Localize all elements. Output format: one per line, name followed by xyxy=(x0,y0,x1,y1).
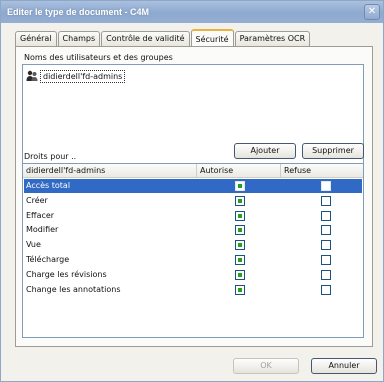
user-name: didierdell'fd-admins xyxy=(40,69,126,83)
allow-checkbox[interactable] xyxy=(235,284,245,295)
allow-checkbox[interactable] xyxy=(235,195,245,206)
column-header-allow[interactable]: Autorise xyxy=(197,164,281,178)
deny-checkbox[interactable] xyxy=(321,181,331,191)
permission-label: Vue xyxy=(26,240,41,250)
tab-bar: Général Champs Contrôle de validité Sécu… xyxy=(15,28,311,47)
rights-table-header: didierdell'fd-admins Autorise Refuse xyxy=(23,164,363,178)
table-row[interactable]: Charge les révisions xyxy=(24,268,362,282)
table-row[interactable]: Modifier xyxy=(24,223,362,237)
table-row[interactable]: Accès total xyxy=(24,179,362,193)
allow-checkbox[interactable] xyxy=(235,255,245,265)
permission-label: Change les annotations xyxy=(26,284,121,294)
allow-checkbox[interactable] xyxy=(235,269,245,280)
permission-label: Charge les révisions xyxy=(26,269,107,279)
close-icon: ✕ xyxy=(367,6,377,17)
column-header-deny[interactable]: Refuse xyxy=(281,164,363,178)
users-groups-label: Noms des utilisateurs et des groupes xyxy=(24,53,173,62)
dialog-window: Editer le type de document - C4M ✕ Génér… xyxy=(0,0,384,382)
ok-button[interactable]: OK xyxy=(233,358,299,374)
add-button[interactable]: Ajouter xyxy=(234,143,296,159)
tab-champs[interactable]: Champs xyxy=(57,31,101,46)
window-title: Editer le type de document - C4M xyxy=(7,7,150,17)
deny-checkbox[interactable] xyxy=(321,225,331,236)
table-row[interactable]: Vue xyxy=(24,238,362,252)
table-row[interactable]: Change les annotations xyxy=(24,283,362,297)
tab-controle-validite[interactable]: Contrôle de validité xyxy=(101,31,190,46)
cancel-button[interactable]: Annuler xyxy=(311,358,377,374)
user-group-icon xyxy=(26,70,38,81)
allow-checkbox[interactable] xyxy=(235,181,245,191)
allow-checkbox[interactable] xyxy=(235,225,245,236)
table-row[interactable]: Effacer xyxy=(24,209,362,223)
deny-checkbox[interactable] xyxy=(321,240,331,251)
permission-label: Effacer xyxy=(26,210,55,220)
permission-label: Accès total xyxy=(26,181,71,190)
tab-parametres-ocr[interactable]: Paramètres OCR xyxy=(234,31,311,46)
tab-general[interactable]: Général xyxy=(15,31,57,46)
security-panel: Noms des utilisateurs et des groupes did… xyxy=(15,46,373,347)
allow-checkbox[interactable] xyxy=(235,240,245,251)
deny-checkbox[interactable] xyxy=(321,284,331,295)
title-bar[interactable]: Editer le type de document - C4M ✕ xyxy=(1,1,383,23)
deny-checkbox[interactable] xyxy=(321,195,331,206)
permission-label: Télécharge xyxy=(26,255,70,264)
rights-table: didierdell'fd-admins Autorise Refuse Acc… xyxy=(22,163,364,338)
permission-label: Modifier xyxy=(26,225,59,235)
deny-checkbox[interactable] xyxy=(321,210,331,221)
permission-label: Créer xyxy=(26,195,48,205)
table-row[interactable]: Créer xyxy=(24,194,362,208)
column-header-name[interactable]: didierdell'fd-admins xyxy=(23,164,197,178)
close-button[interactable]: ✕ xyxy=(364,4,380,20)
remove-button[interactable]: Supprimer xyxy=(302,143,364,159)
deny-checkbox[interactable] xyxy=(321,269,331,280)
deny-checkbox[interactable] xyxy=(321,255,331,265)
allow-checkbox[interactable] xyxy=(235,210,245,221)
table-row[interactable]: Télécharge xyxy=(24,253,362,267)
list-item[interactable]: didierdell'fd-admins xyxy=(26,69,126,83)
rights-label: Droits pour .. xyxy=(24,152,77,161)
tab-securite[interactable]: Sécurité xyxy=(190,29,234,47)
